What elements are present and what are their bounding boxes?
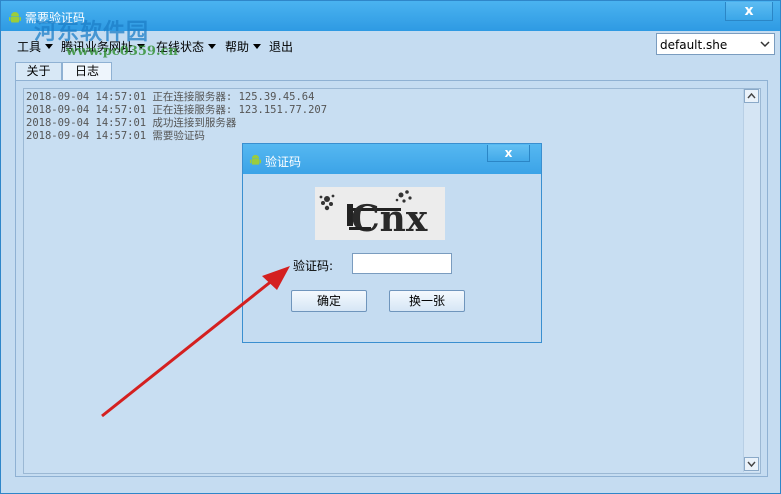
- chevron-down-icon: [45, 44, 54, 49]
- dialog-close-button[interactable]: x: [487, 145, 530, 162]
- chevron-up-icon: [747, 92, 756, 99]
- scroll-down-button[interactable]: [744, 457, 759, 471]
- window-close-button[interactable]: x: [725, 2, 773, 21]
- captcha-field-label: 验证码:: [293, 259, 334, 273]
- chevron-down-icon: [760, 41, 770, 48]
- menu-exit-label: 退出: [269, 40, 294, 54]
- menu-online-status-label: 在线状态: [156, 40, 205, 54]
- menu-tools[interactable]: 工具: [17, 38, 54, 55]
- title-bar[interactable]: 需要验证码 x: [1, 1, 780, 31]
- tab-log[interactable]: 日志: [62, 62, 112, 81]
- profile-select-value: default.she: [660, 38, 728, 52]
- menu-tencent-links[interactable]: 腾讯业务网址: [61, 38, 146, 55]
- profile-select[interactable]: default.she: [656, 33, 775, 55]
- android-icon: [249, 154, 262, 165]
- menu-exit[interactable]: 退出: [269, 38, 293, 55]
- chevron-down-icon: [253, 44, 262, 49]
- menu-help[interactable]: 帮助: [225, 38, 262, 55]
- tab-about[interactable]: 关于: [15, 62, 62, 80]
- chevron-down-icon: [208, 44, 217, 49]
- log-scrollbar[interactable]: [743, 89, 760, 472]
- menu-help-label: 帮助: [225, 40, 250, 54]
- android-icon: [9, 12, 21, 23]
- menu-online-status[interactable]: 在线状态: [156, 38, 217, 55]
- log-line: 2018-09-04 14:57:01 需要验证码: [26, 130, 205, 142]
- dialog-title: 验证码: [265, 155, 302, 169]
- menu-tools-label: 工具: [17, 40, 42, 54]
- scroll-up-button[interactable]: [744, 89, 759, 103]
- captcha-input[interactable]: [352, 253, 452, 274]
- captcha-dialog: 验证码 x Cnx 验证码: 确定 换一张: [242, 143, 542, 343]
- menu-tencent-links-label: 腾讯业务网址: [61, 40, 134, 54]
- chevron-down-icon: [137, 44, 146, 49]
- dialog-title-bar[interactable]: 验证码 x: [243, 144, 541, 174]
- ok-button[interactable]: 确定: [291, 290, 367, 312]
- chevron-down-icon: [747, 461, 756, 468]
- captcha-text: Cnx: [351, 198, 428, 240]
- refresh-captcha-button[interactable]: 换一张: [389, 290, 465, 312]
- main-window: 需要验证码 x 工具 腾讯业务网址 在线状态 帮助 退出 default.she…: [0, 0, 781, 494]
- captcha-image[interactable]: Cnx: [315, 187, 445, 240]
- window-title: 需要验证码: [25, 11, 86, 25]
